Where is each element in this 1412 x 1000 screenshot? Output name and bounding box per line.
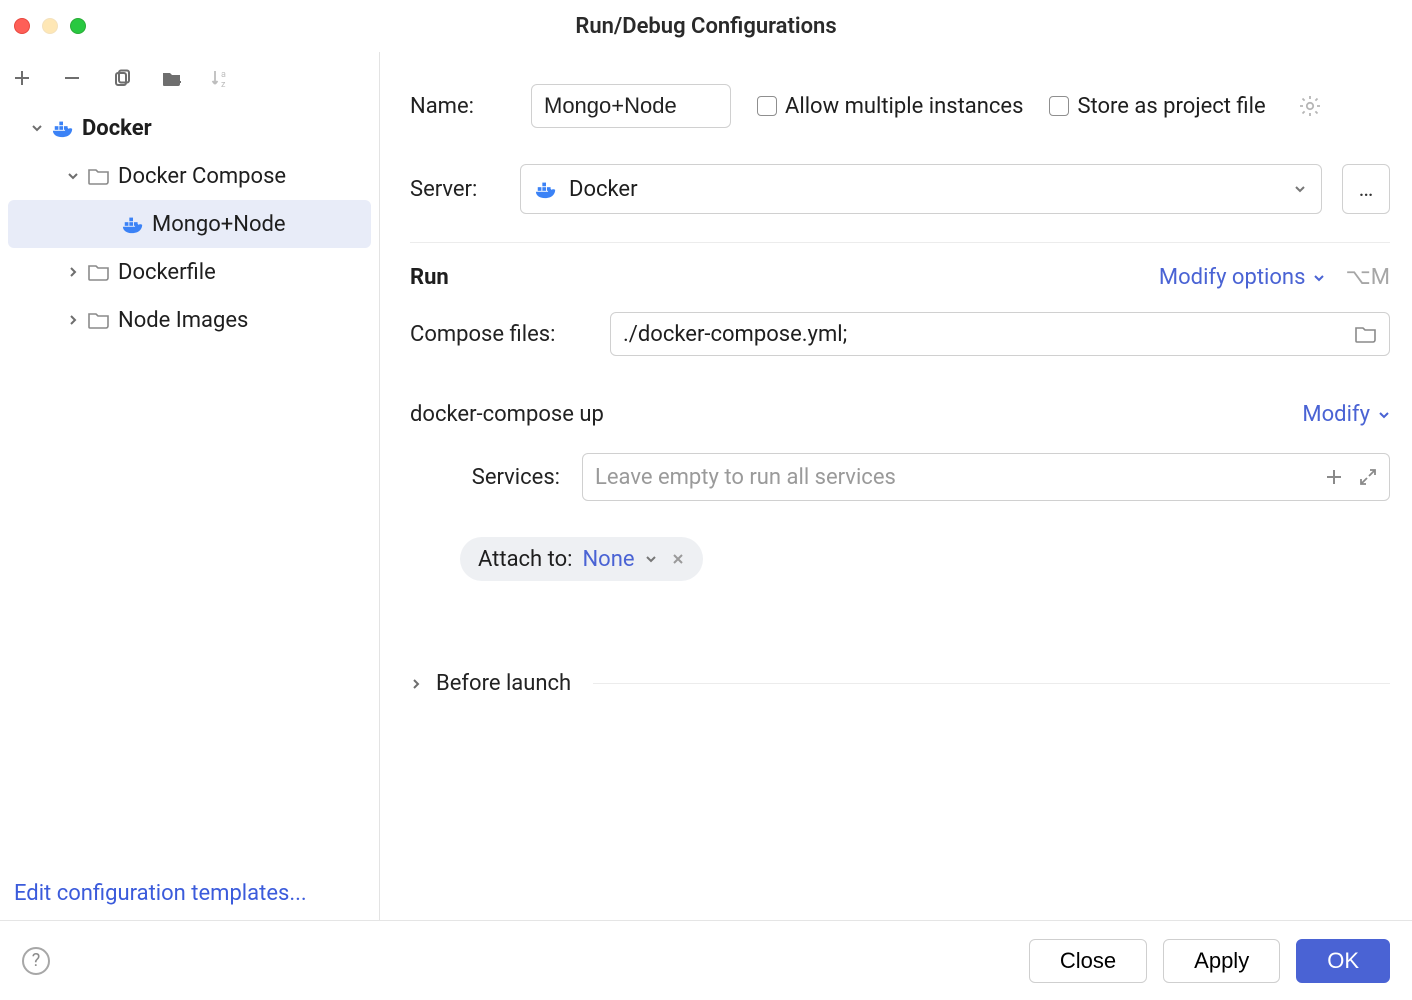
chevron-down-icon <box>66 170 80 182</box>
remove-config-button[interactable] <box>58 64 86 92</box>
tree-label: Dockerfile <box>118 260 216 285</box>
titlebar: Run/Debug Configurations <box>0 0 1412 52</box>
add-config-button[interactable] <box>8 64 36 92</box>
allow-multiple-checkbox[interactable]: Allow multiple instances <box>757 94 1023 119</box>
chevron-down-icon <box>645 553 657 565</box>
folder-icon[interactable] <box>1355 325 1377 343</box>
edit-templates-link[interactable]: Edit configuration templates... <box>14 881 307 906</box>
config-tree: Docker Docker Compose Mongo+Node <box>0 104 379 881</box>
window-close-button[interactable] <box>14 18 30 34</box>
folder-icon <box>88 167 110 185</box>
modify-link[interactable]: Modify <box>1302 402 1390 427</box>
server-select[interactable]: Docker <box>520 164 1322 214</box>
tree-node-docker-compose[interactable]: Docker Compose <box>8 152 371 200</box>
services-label: Services: <box>450 465 560 490</box>
sidebar: az Docker Docker Compose <box>0 52 380 920</box>
tree-node-mongo-node[interactable]: Mongo+Node <box>8 200 371 248</box>
docker-icon <box>52 117 74 139</box>
folder-icon <box>88 311 110 329</box>
server-label: Server: <box>410 177 500 202</box>
services-placeholder: Leave empty to run all services <box>595 465 896 490</box>
tree-label: Docker <box>82 116 152 141</box>
checkbox-label: Store as project file <box>1077 94 1265 119</box>
folder-icon <box>88 263 110 281</box>
plus-icon[interactable] <box>1325 468 1343 486</box>
apply-button[interactable]: Apply <box>1163 939 1280 983</box>
compose-files-value: ./docker-compose.yml; <box>623 322 847 347</box>
docker-icon <box>535 178 557 200</box>
attach-to-chip[interactable]: Attach to: None <box>460 537 703 581</box>
chevron-down-icon <box>1378 409 1390 421</box>
services-input[interactable]: Leave empty to run all services <box>582 453 1390 501</box>
tree-label: Mongo+Node <box>152 212 286 237</box>
close-button[interactable]: Close <box>1029 939 1147 983</box>
chevron-down-icon <box>30 122 44 134</box>
close-icon[interactable] <box>667 552 685 566</box>
window-zoom-button[interactable] <box>70 18 86 34</box>
chevron-right-icon <box>66 266 80 278</box>
server-value: Docker <box>569 177 638 202</box>
run-heading: Run <box>410 265 449 290</box>
dialog-footer: ? Close Apply OK <box>0 920 1412 1000</box>
before-launch-label: Before launch <box>436 671 571 696</box>
server-browse-button[interactable]: … <box>1342 164 1390 214</box>
sort-az-button[interactable]: az <box>208 64 236 92</box>
attach-to-value: None <box>582 547 634 572</box>
store-project-file-checkbox[interactable]: Store as project file <box>1049 94 1265 119</box>
tree-node-docker[interactable]: Docker <box>8 104 371 152</box>
compose-up-label: docker-compose up <box>410 402 604 427</box>
checkbox-label: Allow multiple instances <box>785 94 1023 119</box>
chevron-right-icon[interactable] <box>410 678 422 690</box>
gear-icon[interactable] <box>1298 94 1322 118</box>
svg-text:z: z <box>221 80 226 88</box>
window-title: Run/Debug Configurations <box>0 14 1412 39</box>
sidebar-toolbar: az <box>0 52 379 104</box>
modify-options-link[interactable]: Modify options <box>1159 265 1326 290</box>
chevron-down-icon <box>1313 272 1325 284</box>
divider <box>593 683 1390 684</box>
docker-icon <box>122 213 144 235</box>
svg-text:a: a <box>221 70 226 80</box>
name-label: Name: <box>410 94 505 119</box>
compose-files-label: Compose files: <box>410 322 586 347</box>
compose-files-input[interactable]: ./docker-compose.yml; <box>610 312 1390 356</box>
help-button[interactable]: ? <box>22 947 50 975</box>
config-form: Name: Allow multiple instances Store as … <box>380 52 1412 920</box>
name-input[interactable] <box>531 84 731 128</box>
save-templates-button[interactable] <box>158 64 186 92</box>
chevron-down-icon <box>1293 182 1307 196</box>
ok-button[interactable]: OK <box>1296 939 1390 983</box>
attach-to-label: Attach to: <box>478 547 572 572</box>
tree-label: Docker Compose <box>118 164 286 189</box>
window-minimize-button[interactable] <box>42 18 58 34</box>
divider <box>410 242 1390 243</box>
tree-node-dockerfile[interactable]: Dockerfile <box>8 248 371 296</box>
chevron-right-icon <box>66 314 80 326</box>
tree-node-node-images[interactable]: Node Images <box>8 296 371 344</box>
copy-config-button[interactable] <box>108 64 136 92</box>
modify-options-shortcut: ⌥M <box>1345 265 1390 290</box>
tree-label: Node Images <box>118 308 248 333</box>
expand-icon[interactable] <box>1359 468 1377 486</box>
